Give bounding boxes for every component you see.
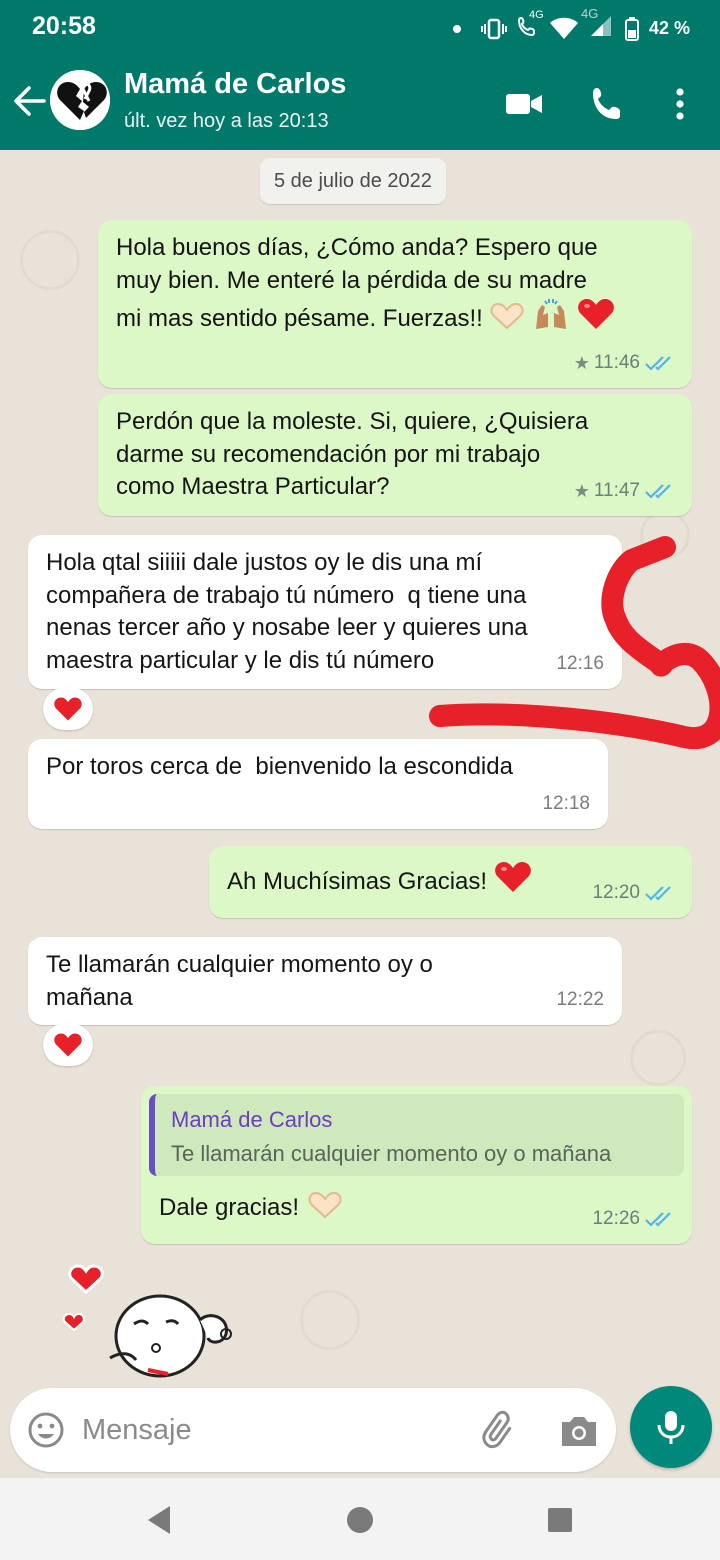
more-options-icon[interactable] bbox=[660, 84, 700, 124]
read-ticks-icon bbox=[645, 355, 671, 371]
phone-icon[interactable] bbox=[588, 84, 628, 124]
message-time: 11:46 bbox=[593, 351, 640, 373]
raising-hands-emoji bbox=[536, 299, 567, 329]
chat-header: Mamá de Carlos últ. vez hoy a las 20:13 bbox=[0, 54, 720, 150]
battery-percent: 42 % bbox=[648, 18, 690, 38]
message-line: Te llamarán cualquier momento oy o bbox=[46, 951, 433, 978]
broken-heart-ribbon-icon bbox=[50, 70, 110, 130]
message-text: Hola qtal siiiii dale justos oy le dis u… bbox=[46, 547, 604, 677]
notification-dot-icon bbox=[452, 24, 461, 33]
star-icon: ★ bbox=[573, 352, 590, 373]
back-arrow-icon[interactable] bbox=[10, 82, 48, 120]
quoted-message[interactable]: Mamá de Carlos Te llamarán cualquier mom… bbox=[149, 1094, 684, 1176]
message-meta: 12:18 bbox=[542, 788, 590, 821]
message-line: Dale gracias! bbox=[159, 1194, 300, 1221]
message-text: Por toros cerca de bienvenido la escondi… bbox=[46, 753, 513, 780]
message-meta: 12:26 bbox=[592, 1203, 674, 1236]
message-line: darme su recomendación por mi trabajo bbox=[116, 440, 541, 468]
message-bubble-incoming[interactable]: Por toros cerca de bienvenido la escondi… bbox=[28, 739, 608, 829]
message-meta: ★ 11:47 bbox=[574, 475, 674, 508]
message-input[interactable] bbox=[82, 1406, 462, 1454]
message-line: Hola qtal siiiii dale justos oy le dis u… bbox=[46, 549, 483, 576]
read-ticks-icon bbox=[645, 483, 671, 499]
message-time: 11:47 bbox=[593, 479, 640, 501]
message-line: Perdón que la moleste. Si, quiere, ¿Quis… bbox=[116, 408, 589, 435]
battery-icon bbox=[624, 16, 639, 41]
message-meta: 12:16 bbox=[556, 648, 604, 681]
read-ticks-icon bbox=[645, 1211, 671, 1227]
heart-hands-emoji bbox=[490, 302, 524, 330]
quoted-author: Mamá de Carlos bbox=[171, 1107, 333, 1132]
last-seen: últ. vez hoy a las 20:13 bbox=[124, 110, 329, 132]
message-line: compañera de trabajo tú número q tiene u… bbox=[46, 581, 527, 609]
message-time: 12:22 bbox=[556, 988, 604, 1010]
wallpaper-doodle bbox=[640, 510, 690, 560]
chat-area[interactable]: 5 de julio de 2022 Hola buenos días, ¿Có… bbox=[0, 150, 720, 1382]
message-bubble-outgoing[interactable]: Ah Muchísimas Gracias! 12:20 bbox=[209, 846, 692, 918]
wifi-icon bbox=[549, 17, 578, 39]
network-label: 4G bbox=[528, 9, 544, 21]
reaction-badge[interactable] bbox=[43, 1024, 93, 1066]
message-time: 12:18 bbox=[542, 792, 590, 814]
heart-hands-emoji bbox=[308, 1191, 342, 1219]
message-line: maestra particular y le dis tú número bbox=[46, 646, 435, 674]
message-meta: 12:22 bbox=[556, 984, 604, 1017]
mic-icon bbox=[657, 1411, 685, 1444]
message-bubble-outgoing[interactable]: Perdón que la moleste. Si, quiere, ¿Quis… bbox=[98, 394, 692, 516]
vibrate-icon bbox=[480, 18, 507, 39]
message-bubble-outgoing-reply[interactable]: Mamá de Carlos Te llamarán cualquier mom… bbox=[141, 1086, 692, 1244]
wallpaper-doodle bbox=[20, 230, 80, 290]
system-nav-bar bbox=[0, 1478, 720, 1560]
status-time: 20:58 bbox=[32, 12, 96, 40]
contact-name[interactable]: Mamá de Carlos bbox=[124, 68, 346, 101]
cell-signal-icon: 4G bbox=[581, 6, 615, 43]
message-meta: 12:20 bbox=[592, 877, 674, 910]
quoted-text: Te llamarán cualquier momento oy o mañan… bbox=[171, 1141, 612, 1166]
status-icons: 4G 4G 42 % bbox=[452, 6, 690, 43]
date-chip: 5 de julio de 2022 bbox=[260, 158, 446, 204]
message-time: 12:16 bbox=[556, 652, 604, 674]
nav-home-icon[interactable] bbox=[340, 1500, 380, 1540]
wallpaper-doodle bbox=[630, 1030, 686, 1086]
red-heart-emoji bbox=[54, 697, 82, 721]
nav-recents-icon[interactable] bbox=[540, 1500, 580, 1540]
message-text: Hola buenos días, ¿Cómo anda? Espero que… bbox=[116, 232, 674, 336]
message-meta: ★ 11:46 bbox=[574, 347, 674, 380]
red-heart-emoji bbox=[54, 1033, 82, 1057]
network-label-2: 4G bbox=[580, 6, 599, 21]
avatar[interactable] bbox=[50, 70, 110, 130]
red-heart-emoji bbox=[577, 299, 614, 329]
reaction-badge[interactable] bbox=[43, 688, 93, 730]
composer-bar bbox=[0, 1382, 720, 1478]
message-bubble-incoming[interactable]: Hola qtal siiiii dale justos oy le dis u… bbox=[28, 535, 622, 689]
video-call-icon[interactable] bbox=[504, 84, 544, 124]
message-line-with-emojis: mi mas sentido pésame. Fuerzas!! bbox=[116, 297, 674, 336]
message-line: Ah Muchísimas Gracias! bbox=[227, 868, 488, 895]
red-heart-emoji bbox=[494, 862, 531, 892]
read-ticks-icon bbox=[645, 885, 671, 901]
message-bubble-outgoing[interactable]: Hola buenos días, ¿Cómo anda? Espero que… bbox=[98, 220, 692, 388]
message-line: mañana bbox=[46, 983, 133, 1011]
status-bar: 20:58 4G 4G 42 % bbox=[0, 0, 720, 54]
message-input-container[interactable] bbox=[10, 1388, 616, 1472]
blowing-kiss-sticker[interactable] bbox=[50, 1262, 250, 1382]
star-icon: ★ bbox=[573, 480, 590, 501]
message-bubble-incoming[interactable]: Te llamarán cualquier momento oy o mañan… bbox=[28, 937, 622, 1025]
emoji-icon[interactable] bbox=[26, 1410, 66, 1450]
message-line: mi mas sentido pésame. Fuerzas!! bbox=[116, 305, 483, 332]
wallpaper-doodle bbox=[300, 1290, 360, 1350]
message-time: 12:20 bbox=[592, 881, 640, 903]
mic-button[interactable] bbox=[630, 1386, 712, 1468]
nav-back-icon[interactable] bbox=[140, 1500, 180, 1540]
camera-icon[interactable] bbox=[558, 1410, 600, 1452]
attach-icon[interactable] bbox=[480, 1410, 522, 1452]
volte-wifi-call-icon: 4G bbox=[517, 9, 544, 42]
message-line: nenas tercer año y nosabe leer y quieres… bbox=[46, 614, 528, 641]
message-time: 12:26 bbox=[592, 1207, 640, 1229]
message-line: muy bien. Me enteré la pérdida de su mad… bbox=[116, 266, 587, 294]
message-text: Te llamarán cualquier momento oy o mañan… bbox=[46, 949, 604, 1014]
message-line: Hola buenos días, ¿Cómo anda? Espero que bbox=[116, 234, 598, 261]
